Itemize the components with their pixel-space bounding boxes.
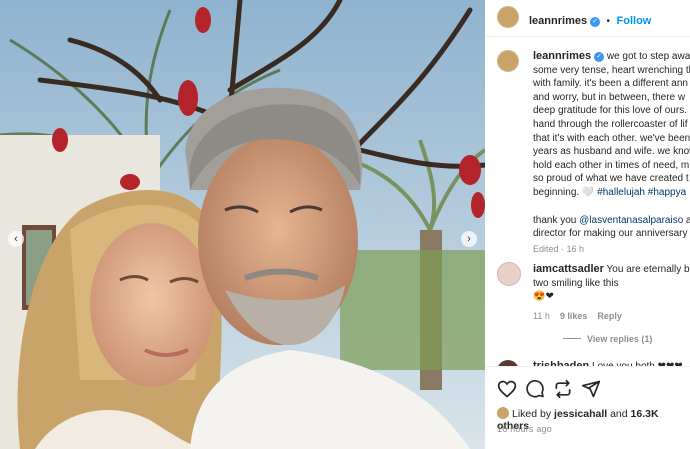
share-icon[interactable] (581, 379, 601, 399)
comment-username[interactable]: iamcattsadler (533, 263, 604, 275)
caption-line: hold each other in times of need, m (533, 159, 690, 171)
likes-mid: and (607, 408, 631, 420)
likes-prefix: Liked by (512, 408, 555, 420)
comment-icon[interactable] (525, 379, 545, 399)
post-side-panel: leannrimes ✓ • Follow leannrimes ✓ we got … (485, 0, 690, 449)
comment-text: You are eternally b (606, 264, 690, 275)
comment-likes[interactable]: 9 likes (560, 311, 588, 321)
follow-button[interactable]: Follow (617, 15, 652, 27)
comment-emoji: 😍❤ (533, 291, 554, 303)
next-arrow-icon[interactable]: › (461, 231, 477, 247)
commenter-avatar[interactable] (497, 262, 521, 286)
post-timestamp: 16 hours ago (497, 424, 552, 434)
caption-avatar[interactable] (497, 50, 519, 72)
caption-line: beginning. 🤍 (533, 186, 598, 198)
caption-line: hand through the rollercoaster of lif (533, 118, 688, 130)
heart-icon[interactable] (497, 379, 517, 399)
caption-line: some very tense, heart wrenching th (533, 64, 690, 76)
hashtag-link[interactable]: #hallelujah #happya (597, 187, 686, 198)
caption-text: thank you (533, 214, 580, 226)
caption-line: years as husband and wife. we know (533, 146, 690, 158)
caption-line: with family. it's been a different ann (533, 78, 688, 90)
verified-icon: ✓ (590, 17, 601, 27)
caption-username[interactable]: leannrimes (533, 50, 591, 62)
liker-avatar (497, 407, 509, 419)
action-bar (485, 366, 690, 413)
post-photo[interactable]: ‹ › (0, 0, 485, 449)
comment-item: iamcattsadler You are eternally b two sm… (533, 263, 690, 347)
view-replies-button[interactable]: View replies (1) (587, 334, 652, 344)
caption-line: director for making our anniversary (533, 228, 688, 240)
caption-text: a (686, 214, 690, 226)
caption-line: and worry, but in between, there w (533, 91, 686, 103)
verified-icon: ✓ (594, 52, 605, 62)
caption-line: we got to step away f (606, 51, 690, 62)
post-header: leannrimes ✓ • Follow (485, 0, 690, 37)
post-caption: leannrimes✓ we got to step away f some v… (533, 50, 690, 256)
caption-line: so proud of what we have created t (533, 173, 689, 185)
caption-edited-time: Edited · 16 h (533, 243, 585, 254)
comment-text: two smiling like this (533, 277, 619, 289)
reply-button[interactable]: Reply (597, 311, 622, 321)
view-replies-line (563, 338, 581, 340)
liker-username[interactable]: jessicahall (554, 408, 607, 420)
post-username[interactable]: leannrimes (529, 15, 587, 27)
prev-arrow-icon[interactable]: ‹ (8, 231, 24, 247)
couple-selfie-image (0, 0, 485, 449)
mention-link[interactable]: @lasventanasalparaiso (579, 215, 683, 226)
caption-line: deep gratitude for this love of ours. (533, 105, 687, 117)
comment-age: 11 h (533, 310, 550, 321)
avatar[interactable] (497, 6, 519, 28)
caption-line: that it's with each other. we've been (533, 132, 690, 144)
separator-dot: • (606, 16, 611, 27)
repost-icon[interactable] (553, 379, 573, 399)
